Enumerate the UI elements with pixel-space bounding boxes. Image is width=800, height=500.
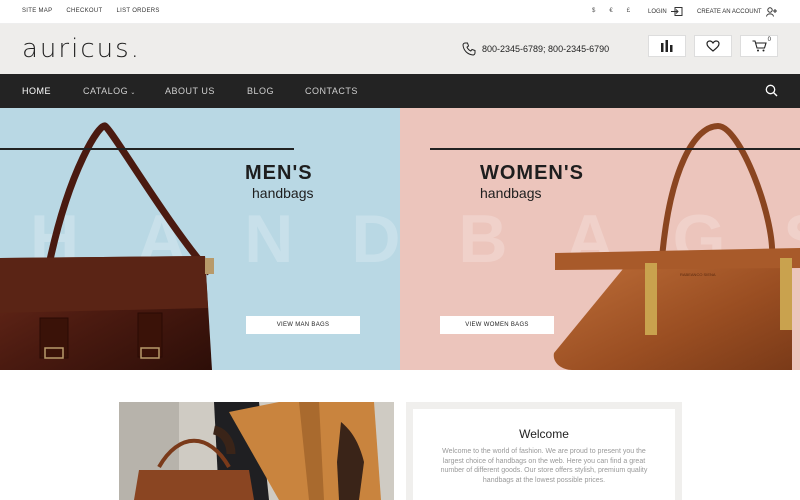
create-account-link[interactable]: CREATE AN ACCOUNT <box>697 7 777 17</box>
login-label: LOGIN <box>648 8 667 15</box>
create-account-label: CREATE AN ACCOUNT <box>697 9 762 15</box>
heart-icon <box>706 40 720 52</box>
top-bar: SITE MAP CHECKOUT LIST ORDERS $ € £ LOGI… <box>0 0 800 24</box>
currency-euro[interactable]: € <box>609 8 612 14</box>
women-subtitle: handbags <box>480 185 542 201</box>
currency-pound[interactable]: £ <box>627 8 630 14</box>
welcome-title: Welcome <box>519 427 569 441</box>
men-subtitle: handbags <box>252 185 314 201</box>
search-icon <box>765 84 778 97</box>
nav-item-about-us[interactable]: ABOUT US <box>165 86 215 96</box>
list-orders-link[interactable]: LIST ORDERS <box>116 8 159 14</box>
login-icon <box>670 7 683 16</box>
welcome-text: Welcome to the world of fashion. We are … <box>440 448 648 484</box>
welcome-card-inner: Welcome Welcome to the world of fashion.… <box>413 409 675 500</box>
nav-item-catalog-label: CATALOG <box>83 86 129 96</box>
women-title: WOMEN'S <box>480 162 584 184</box>
site-map-link[interactable]: SITE MAP <box>22 8 52 14</box>
top-links: SITE MAP CHECKOUT LIST ORDERS <box>22 8 160 14</box>
site-header: auricus. 800-2345-6789; 800-2345-6790 0 <box>0 24 800 74</box>
compare-icon <box>661 40 673 52</box>
welcome-card: Welcome Welcome to the world of fashion.… <box>406 402 682 500</box>
nav-item-contacts[interactable]: CONTACTS <box>305 86 358 96</box>
checkout-link[interactable]: CHECKOUT <box>66 8 102 14</box>
lifestyle-photo <box>119 402 394 500</box>
nav-item-home[interactable]: HOME <box>22 86 51 96</box>
cart-button[interactable]: 0 <box>740 35 778 57</box>
phone-icon <box>462 42 476 56</box>
chevron-down-icon: ⌄ <box>128 90 136 96</box>
men-title: MEN'S <box>245 162 313 184</box>
cart-icon <box>752 40 767 52</box>
wishlist-button[interactable] <box>694 35 732 57</box>
view-women-bags-button[interactable]: VIEW WOMEN BAGS <box>440 316 554 334</box>
lifestyle-photo-image <box>119 402 394 500</box>
hero-banner: HANDBAGS RAB <box>0 108 800 370</box>
currency-dollar[interactable]: $ <box>592 8 595 14</box>
compare-button[interactable] <box>648 35 686 57</box>
phone-contact: 800-2345-6789; 800-2345-6790 <box>462 42 609 56</box>
men-title-line <box>0 148 294 150</box>
currency-switcher: $ € £ <box>592 8 630 14</box>
women-title-line <box>430 148 800 150</box>
phone-numbers: 800-2345-6789; 800-2345-6790 <box>482 44 610 54</box>
nav-item-catalog[interactable]: CATALOG ⌄ <box>83 86 136 96</box>
main-nav: HOME CATALOG ⌄ ABOUT US BLOG CONTACTS <box>0 74 800 108</box>
cart-count-badge: 0 <box>767 37 771 43</box>
view-man-bags-button[interactable]: VIEW MAN BAGS <box>246 316 360 334</box>
women-bag-brand-tag: RABEANCO SIENA <box>680 272 716 277</box>
search-button[interactable] <box>765 84 778 102</box>
site-logo[interactable]: auricus. <box>22 34 141 64</box>
login-link[interactable]: LOGIN <box>648 7 683 16</box>
nav-item-blog[interactable]: BLOG <box>247 86 274 96</box>
user-add-icon <box>765 7 777 17</box>
